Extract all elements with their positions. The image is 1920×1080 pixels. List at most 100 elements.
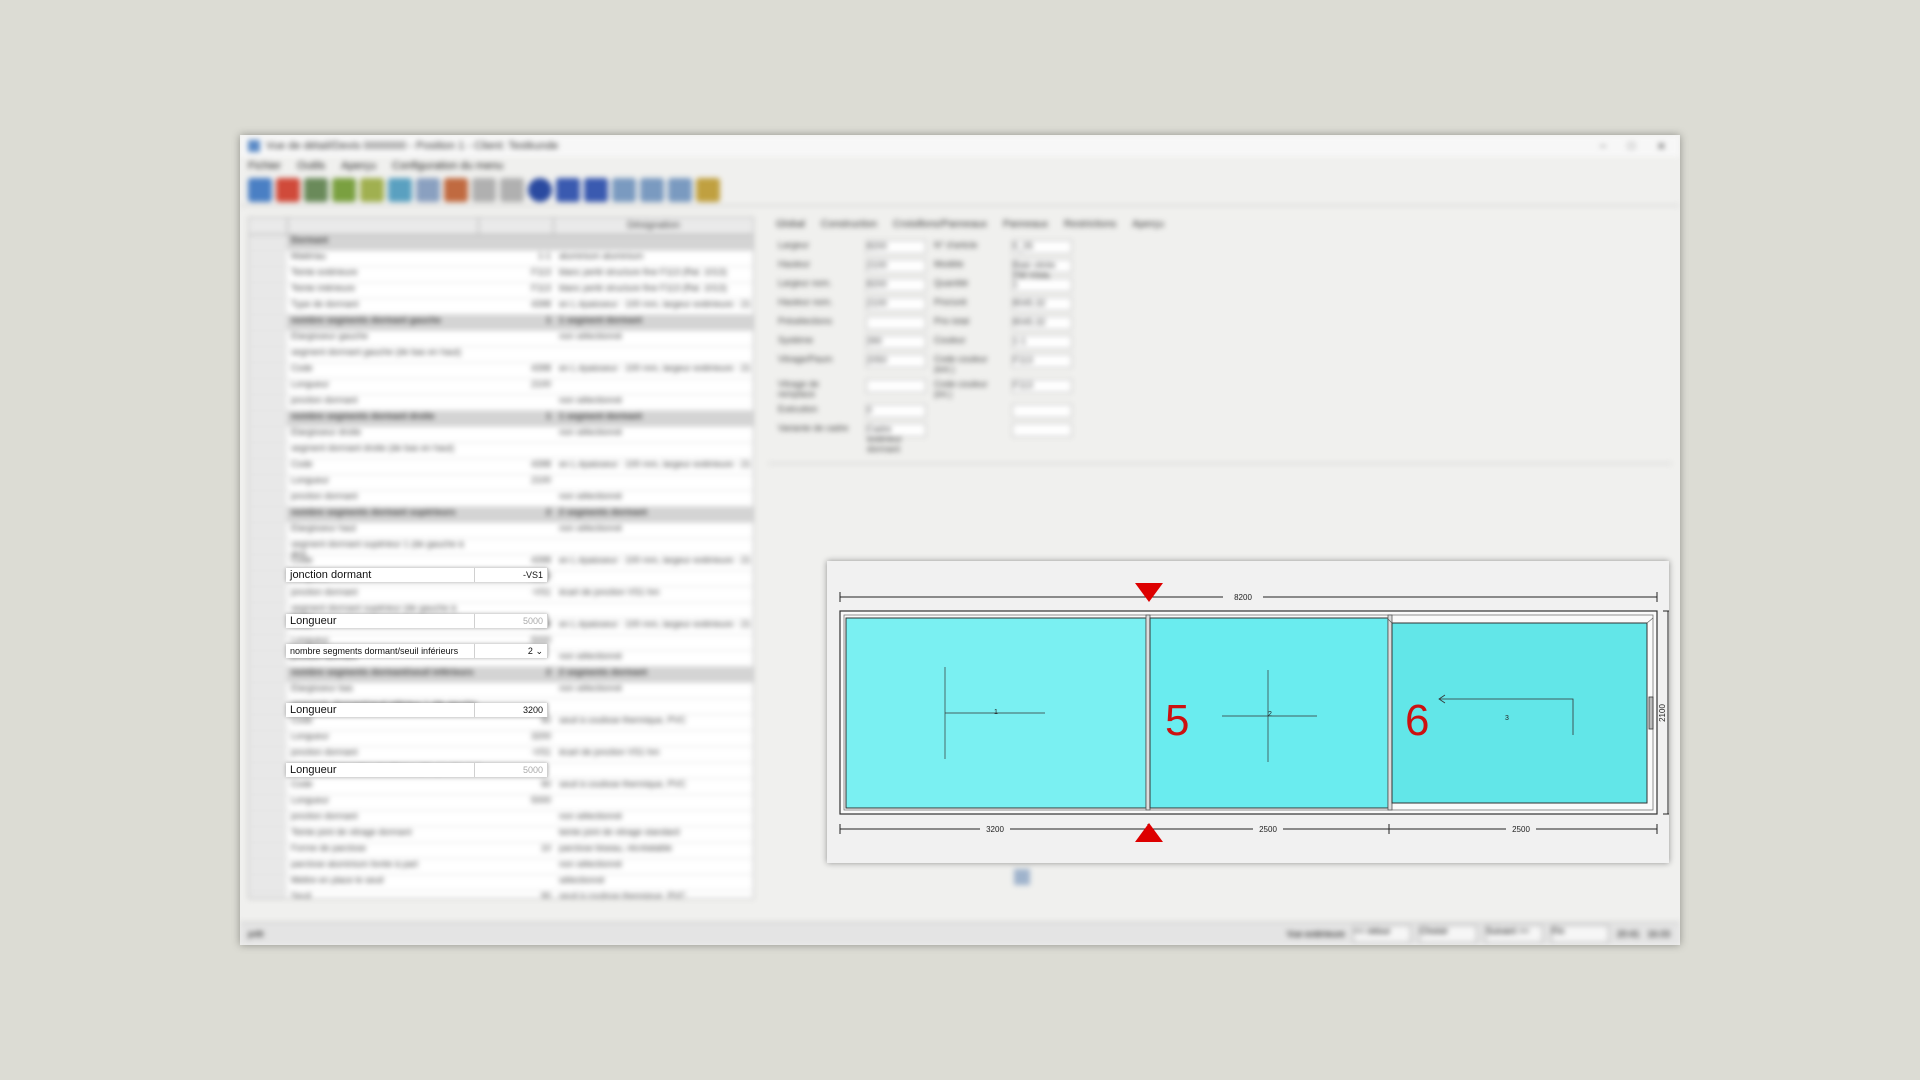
document-icon[interactable] xyxy=(416,178,440,202)
row-value: 4398 xyxy=(530,363,551,373)
grid-row[interactable]: parclose aluminium livrée à part non séle… xyxy=(249,859,753,875)
form-field[interactable]: 8200 xyxy=(866,240,926,254)
grid-row[interactable]: segment dormant gauche (de bas en haut) xyxy=(249,347,753,363)
tab-restrictions[interactable]: Restrictions xyxy=(1064,219,1116,230)
form-spacer xyxy=(1080,404,1220,418)
home-icon[interactable] xyxy=(248,178,272,202)
form-field[interactable]: 0 xyxy=(866,404,926,418)
grid-row[interactable]: Elargisseur bas non sélectionné xyxy=(249,683,753,699)
grid-row[interactable]: Teinte joint de vitrage dormant teinte jo… xyxy=(249,827,753,843)
grid-row[interactable]: Elargisseur haut non sélectionné xyxy=(249,523,753,539)
grid-row[interactable]: jonction dormant -VS1 écart de jonction VS… xyxy=(249,587,753,603)
form-field[interactable]: 2100 xyxy=(866,259,926,273)
grid-row[interactable]: Elargisseur gauche non sélectionné xyxy=(249,331,753,347)
row-selector xyxy=(249,427,287,442)
form-field[interactable] xyxy=(866,379,926,393)
grid-row[interactable]: segment dormant supérieur 1 (de gauche à… xyxy=(249,539,753,559)
grid-row[interactable]: Matériau 1-1 aluminium aluminium xyxy=(249,251,753,267)
record-icon[interactable] xyxy=(528,178,552,202)
menu-fichier[interactable]: Fichier xyxy=(248,160,281,172)
print-tool-icon[interactable] xyxy=(1014,869,1030,885)
grid-row[interactable]: Code 4398 en L épaisseur : 100 mm, largeur… xyxy=(249,459,753,475)
grid-row[interactable]: Longueur 2100 xyxy=(249,475,753,491)
tab-global[interactable]: Global xyxy=(776,219,805,230)
form-field[interactable]: 2050 xyxy=(866,354,926,368)
highlight-row-longueur-3[interactable]: Longueur 5000 xyxy=(286,763,548,777)
grid-row[interactable]: nombre segments dormant gauche 1 1 segment… xyxy=(249,315,753,331)
grid-row[interactable]: jonction dormant -VS1 écart de jonction VS… xyxy=(249,747,753,763)
key-icon[interactable] xyxy=(696,178,720,202)
choose-button[interactable]: Choisir xyxy=(1418,925,1477,943)
prev-icon[interactable] xyxy=(500,178,524,202)
form-field-right[interactable]: Baie vitrée FM-Vista, porte co xyxy=(1012,259,1072,290)
menu-apercu[interactable]: Aperçu xyxy=(341,160,376,172)
form-field-right[interactable]: F113 xyxy=(1012,354,1072,368)
form-field[interactable]: 390 xyxy=(866,335,926,349)
globe-icon[interactable] xyxy=(388,178,412,202)
grid-row[interactable]: jonction dormant non sélectionné xyxy=(249,811,753,827)
grid-row[interactable]: Code 90 seuil à coulisse thermique, PVC xyxy=(249,715,753,731)
pen-icon[interactable] xyxy=(360,178,384,202)
highlight-row-jonction-dormant[interactable]: jonction dormant -VS1 xyxy=(286,568,548,582)
grid-row[interactable]: Longueur 2100 xyxy=(249,379,753,395)
monitor-icon[interactable] xyxy=(668,178,692,202)
highlight-row-nombre-segments[interactable]: nombre segments dormant/seuil inférieurs… xyxy=(286,644,548,658)
grid-row[interactable]: Elargisseur droite non sélectionné xyxy=(249,427,753,443)
grid-row[interactable]: Seuil 90 seuil à coulisse thermique, PVC xyxy=(249,891,753,898)
form-field-right[interactable]: 1 xyxy=(1012,278,1072,292)
tab-croisillons[interactable]: Croisillons/Panneaux xyxy=(893,219,987,230)
people-icon[interactable] xyxy=(444,178,468,202)
finish-button[interactable]: Fin xyxy=(1550,925,1609,943)
form-field-right[interactable]: 8045.32 xyxy=(1012,316,1072,330)
edit-icon[interactable] xyxy=(332,178,356,202)
grid-row[interactable]: jonction dormant non sélectionné xyxy=(249,491,753,507)
tab-apercu[interactable]: Aperçu xyxy=(1132,219,1164,230)
highlight-row-longueur-2[interactable]: Longueur 3200 xyxy=(286,703,548,717)
form-field[interactable]: 8200 xyxy=(866,278,926,292)
grid-row[interactable]: segment dormant droite (de bas en haut) xyxy=(249,443,753,459)
tab-construction[interactable]: Construction xyxy=(821,219,877,230)
next-button[interactable]: Suivant >> xyxy=(1484,925,1543,943)
grid-row[interactable]: Teinte intérieure F113 blanc perlé structu… xyxy=(249,283,753,299)
back-button[interactable]: << retour xyxy=(1352,925,1411,943)
grid-row[interactable]: Dormant xyxy=(249,235,753,251)
grid-row[interactable]: Longueur 3200 xyxy=(249,731,753,747)
form-field-right[interactable] xyxy=(1012,423,1072,437)
row-value xyxy=(481,523,555,538)
menu-configuration[interactable]: Configuration du menu xyxy=(392,160,503,172)
form-field-right[interactable]: F113 xyxy=(1012,379,1072,393)
layout-icon[interactable] xyxy=(640,178,664,202)
form-field[interactable]: Cadre extérieur dormant xyxy=(866,423,926,454)
grid-row[interactable]: jonction dormant non sélectionné xyxy=(249,395,753,411)
next-icon[interactable] xyxy=(556,178,580,202)
grid-row[interactable]: nombre segments dormant supérieurs 2 2 seg… xyxy=(249,507,753,523)
tab-panneaux[interactable]: Panneaux xyxy=(1003,219,1048,230)
menu-outils[interactable]: Outils xyxy=(297,160,325,172)
first-icon[interactable] xyxy=(472,178,496,202)
row-description: blanc perlé structure fine F113 (Ral. 10… xyxy=(559,283,727,293)
form-field-right[interactable]: 1-1 xyxy=(1012,335,1072,349)
minimize-button[interactable]: – xyxy=(1600,140,1606,153)
grid-row[interactable]: Type de dormant 4398 en L épaisseur : 100 … xyxy=(249,299,753,315)
highlight-row-longueur-1[interactable]: Longueur 5000 xyxy=(286,614,548,628)
form-field-right[interactable]: 5_05 xyxy=(1012,240,1072,254)
form-field[interactable] xyxy=(866,316,926,330)
segments-dropdown[interactable]: 2 ⌄ xyxy=(528,644,543,658)
tool-icon[interactable] xyxy=(304,178,328,202)
close-button[interactable]: ✕ xyxy=(1657,140,1666,153)
maximize-button[interactable]: □ xyxy=(1628,140,1635,153)
form-field-right[interactable] xyxy=(1012,404,1072,418)
grid-row[interactable]: Longueur 5000 xyxy=(249,795,753,811)
grid-row[interactable]: Teinte extérieure F113 blanc perlé structu… xyxy=(249,267,753,283)
grid-row[interactable]: Code 4398 en L épaisseur : 100 mm, largeur… xyxy=(249,363,753,379)
grid-row[interactable]: nombre segments dormant droite 1 1 segment… xyxy=(249,411,753,427)
grid-row[interactable]: Forme de parclose 10 parclose biseau, récr… xyxy=(249,843,753,859)
grid-row[interactable]: Mettre en place le seuil sélectionné xyxy=(249,875,753,891)
grid-row[interactable]: nombre segments dormant/seuil inférieurs… xyxy=(249,667,753,683)
stop-icon[interactable] xyxy=(276,178,300,202)
window-icon[interactable] xyxy=(612,178,636,202)
grid-row[interactable]: Code 90 seuil à coulisse thermique, PVC xyxy=(249,779,753,795)
last-icon[interactable] xyxy=(584,178,608,202)
form-field[interactable]: 2100 xyxy=(866,297,926,311)
form-field-right[interactable]: 8045.32 xyxy=(1012,297,1072,311)
